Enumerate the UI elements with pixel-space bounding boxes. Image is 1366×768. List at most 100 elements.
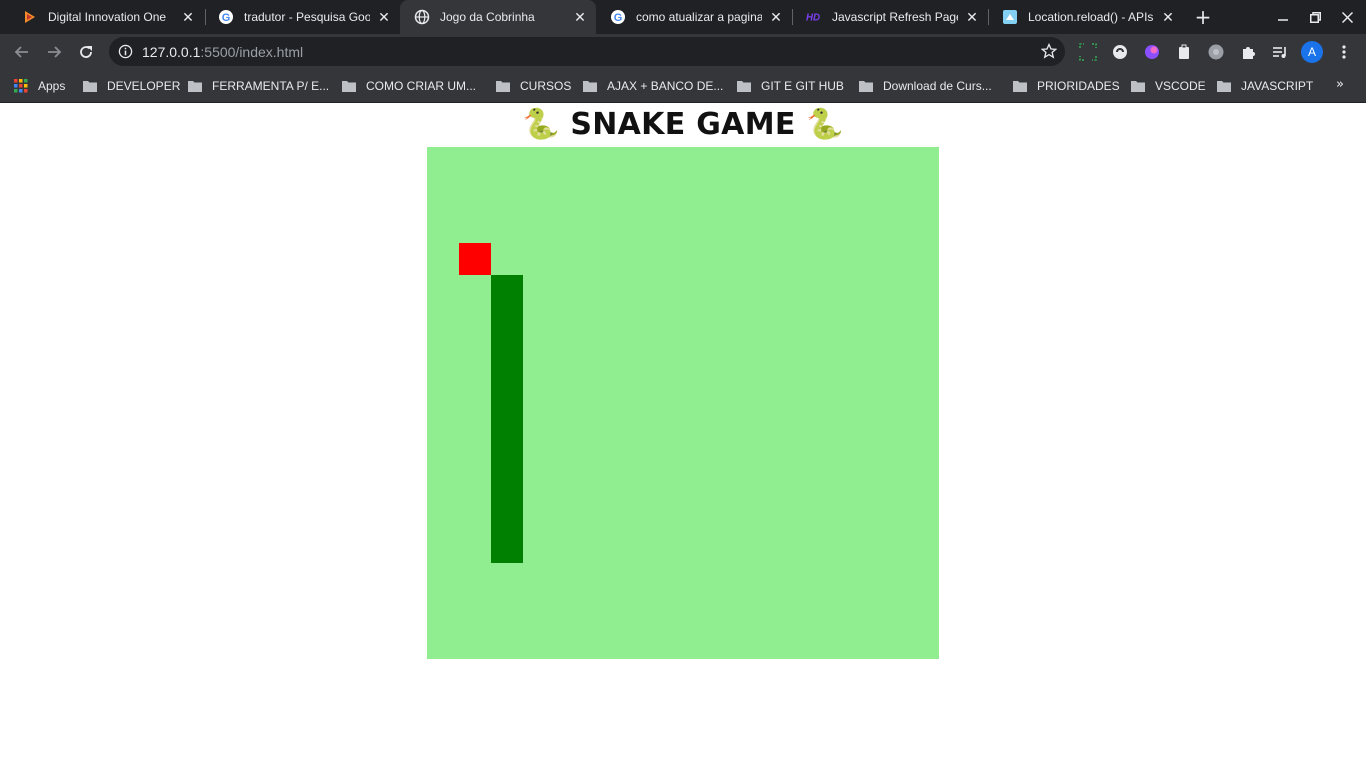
svg-text:HD: HD — [806, 13, 820, 24]
back-button[interactable] — [8, 38, 36, 66]
color-picker-extension-icon[interactable] — [1143, 43, 1161, 61]
close-tab-icon[interactable]: ✕ — [180, 9, 196, 25]
close-tab-icon[interactable]: ✕ — [1160, 9, 1176, 25]
bookmark-folder-ajax[interactable]: AJAX + BANCO DE... — [583, 77, 723, 95]
food-apple — [459, 243, 491, 275]
close-tab-icon[interactable]: ✕ — [572, 9, 588, 25]
snake-segment — [491, 467, 523, 499]
extensions-puzzle-icon[interactable] — [1239, 43, 1257, 61]
bookmark-label: AJAX + BANCO DE... — [607, 79, 724, 93]
forward-button[interactable] — [40, 38, 68, 66]
minimize-button[interactable] — [1267, 0, 1299, 34]
tab-title: Digital Innovation One — [48, 10, 167, 24]
hd-icon: HD — [806, 9, 822, 25]
bookmark-label: COMO CRIAR UM... — [366, 79, 476, 93]
profile-avatar[interactable]: A — [1301, 41, 1323, 63]
close-tab-icon[interactable]: ✕ — [964, 9, 980, 25]
address-bar[interactable]: 127.0.0.1:5500/index.html — [109, 37, 1065, 66]
snake-segment — [491, 435, 523, 467]
grey-extension-icon[interactable] — [1207, 43, 1225, 61]
snake-segment — [491, 531, 523, 563]
bookmarks-bar: Apps DEVELOPER FERRAMENTA P/ E... COMO C… — [0, 70, 1366, 103]
tab-title: tradutor - Pesquisa Goo — [244, 10, 370, 24]
bookmark-folder-git[interactable]: GIT E GIT HUB — [737, 77, 844, 95]
bookmark-apps[interactable]: Apps — [14, 77, 65, 95]
url-text: 127.0.0.1:5500/index.html — [142, 44, 303, 60]
bookmark-folder-download[interactable]: Download de Curs... — [859, 77, 992, 95]
snake-segment — [491, 307, 523, 339]
close-window-button[interactable] — [1331, 0, 1363, 34]
tab-digital-innovation-one[interactable]: Digital Innovation One ✕ — [8, 0, 204, 34]
apps-grid-icon — [14, 79, 28, 93]
bookmark-label: JAVASCRIPT — [1241, 79, 1314, 93]
snake-segment — [491, 339, 523, 371]
tab-title: Location.reload() - APIs — [1028, 10, 1154, 24]
bookmark-folder-vscode[interactable]: VSCODE — [1131, 77, 1206, 95]
bookmark-label: Apps — [38, 79, 66, 93]
bookmark-label: GIT E GIT HUB — [761, 79, 844, 93]
google-icon: G — [218, 9, 234, 25]
close-tab-icon[interactable]: ✕ — [376, 9, 392, 25]
tab-title: Javascript Refresh Page — [832, 10, 958, 24]
bookmark-folder-ferramenta[interactable]: FERRAMENTA P/ E... — [188, 77, 329, 95]
svg-text:G: G — [614, 12, 623, 24]
google-icon: G — [610, 9, 626, 25]
tab-tradutor[interactable]: G tradutor - Pesquisa Goo ✕ — [204, 0, 400, 34]
globe-icon — [414, 9, 430, 25]
more-bookmarks-button[interactable]: » — [1336, 77, 1344, 92]
bookmark-star-icon[interactable] — [1041, 43, 1057, 59]
bookmark-label: CURSOS — [520, 79, 572, 93]
restore-button[interactable] — [1299, 0, 1331, 34]
menu-kebab-icon[interactable] — [1335, 43, 1353, 61]
folder-icon — [737, 81, 751, 92]
browser-toolbar: 127.0.0.1:5500/index.html A — [0, 34, 1366, 70]
bookmark-folder-prioridades[interactable]: PRIORIDADES — [1013, 77, 1120, 95]
snake-segment — [491, 403, 523, 435]
svg-text:G: G — [222, 12, 231, 24]
folder-icon — [83, 81, 97, 92]
media-queue-icon[interactable] — [1271, 43, 1289, 61]
bookmark-folder-cursos[interactable]: CURSOS — [496, 77, 571, 95]
tab-title: Jogo da Cobrinha — [440, 10, 535, 24]
extension-circle-icon[interactable] — [1111, 43, 1129, 61]
folder-icon — [583, 81, 597, 92]
folder-icon — [496, 81, 510, 92]
bookmark-folder-javascript[interactable]: JAVASCRIPT — [1217, 77, 1313, 95]
bookmark-label: DEVELOPER — [107, 79, 181, 93]
tab-title: como atualizar a pagina — [636, 10, 762, 24]
tab-location-reload[interactable]: Location.reload() - APIs ✕ — [988, 0, 1184, 34]
snake-head — [491, 275, 523, 307]
bookmark-label: VSCODE — [1155, 79, 1206, 93]
bookmark-label: FERRAMENTA P/ E... — [212, 79, 330, 93]
snake-segment — [491, 499, 523, 531]
profile-initial: A — [1307, 45, 1316, 59]
close-tab-icon[interactable]: ✕ — [768, 9, 784, 25]
bookmark-folder-como-criar[interactable]: COMO CRIAR UM... — [342, 77, 476, 95]
folder-icon — [1217, 81, 1231, 92]
info-icon[interactable] — [118, 44, 133, 59]
url-path: :5500/index.html — [200, 44, 304, 60]
folder-icon — [859, 81, 873, 92]
game-board[interactable] — [427, 147, 939, 659]
screenshot-extension-icon[interactable] — [1079, 43, 1097, 61]
folder-icon — [342, 81, 356, 92]
bookmark-label: Download de Curs... — [883, 79, 992, 93]
tab-como-atualizar[interactable]: G como atualizar a pagina ✕ — [596, 0, 792, 34]
url-host: 127.0.0.1 — [142, 44, 201, 60]
page-title: 🐍 SNAKE GAME 🐍 — [521, 107, 845, 142]
clipboard-extension-icon[interactable] — [1175, 43, 1193, 61]
snake-segment — [491, 371, 523, 403]
tab-javascript-refresh[interactable]: HD Javascript Refresh Page ✕ — [792, 0, 988, 34]
tab-strip: Digital Innovation One ✕ G tradutor - Pe… — [0, 0, 1366, 34]
bookmark-label: PRIORIDADES — [1037, 79, 1120, 93]
dio-icon — [22, 9, 38, 25]
folder-icon — [188, 81, 202, 92]
folder-icon — [1013, 81, 1027, 92]
tab-jogo-da-cobrinha[interactable]: Jogo da Cobrinha ✕ — [400, 0, 596, 34]
mdn-icon — [1002, 9, 1018, 25]
folder-icon — [1131, 81, 1145, 92]
bookmark-folder-developer[interactable]: DEVELOPER — [83, 77, 180, 95]
page-content: 🐍 SNAKE GAME 🐍 — [0, 104, 1366, 768]
reload-button[interactable] — [72, 38, 100, 66]
new-tab-button[interactable]: + — [1192, 5, 1214, 29]
